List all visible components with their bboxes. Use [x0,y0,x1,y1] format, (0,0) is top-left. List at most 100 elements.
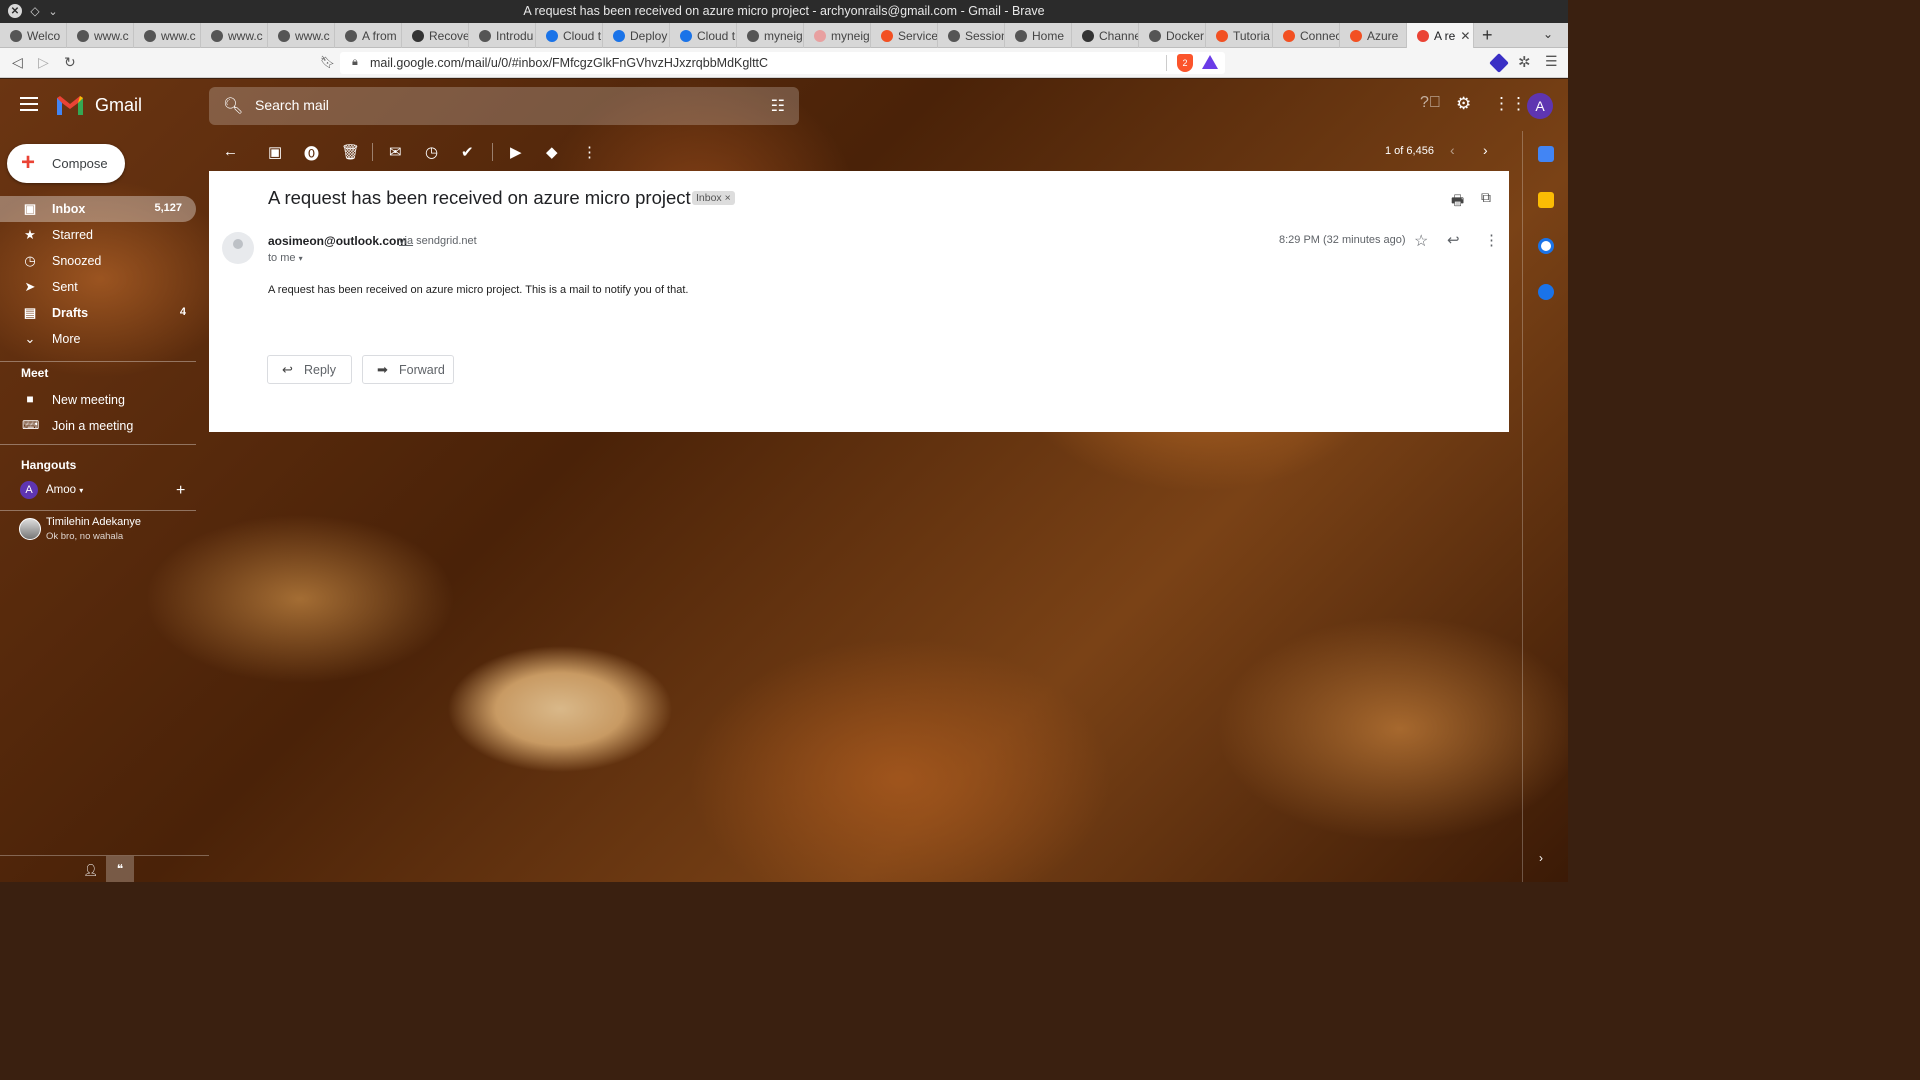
via-line: via sendgrid.net [399,235,477,247]
browser-tab[interactable]: myneig [804,23,871,48]
join-meeting-item[interactable]: ⌨ Join a meeting [0,413,200,439]
contacts-icon[interactable] [1538,284,1554,300]
back-icon[interactable]: ◁ [12,54,23,71]
contact-avatar[interactable] [19,518,41,540]
remove-label-icon[interactable]: × [725,192,731,204]
compose-button[interactable]: + Compose [7,144,125,183]
via-link[interactable]: via [399,235,413,247]
browser-tab[interactable]: myneig [737,23,804,48]
older-chevron-icon[interactable]: › [1483,142,1488,158]
star-icon[interactable]: ☆ [1414,231,1428,251]
reply-icon[interactable]: ↩ [1447,231,1460,249]
browser-tab[interactable]: www.c [67,23,134,48]
add-to-tasks-icon[interactable]: ✔ [461,143,474,161]
inbox-label-chip[interactable]: Inbox × [692,191,735,205]
email-more-icon[interactable]: ⋮ [1484,231,1499,249]
pagination-count: 1 of 6,456 [1385,145,1434,157]
open-new-window-icon[interactable]: ⧉ [1481,189,1491,206]
recipients-toggle[interactable]: to me ▾ [268,252,303,264]
browser-tab[interactable]: Home [1005,23,1072,48]
forward-button[interactable]: ➡ Forward [362,355,454,384]
move-to-icon[interactable]: ▶ [510,143,522,161]
new-meeting-item[interactable]: ■ New meeting [0,387,200,413]
browser-tab[interactable]: Docker [1139,23,1206,48]
main-menu-icon[interactable] [20,97,38,111]
archive-icon[interactable]: ▣ [268,143,282,161]
sidebar-item-label: Snoozed [52,254,102,268]
print-icon[interactable]: 🖶︎ [1451,190,1464,214]
tab-favicon-icon [278,29,290,42]
browser-tab[interactable]: Recove [402,23,469,48]
browser-tab[interactable]: Cloud t [536,23,603,48]
tab-close-icon[interactable]: ✕ [1460,29,1470,43]
compose-plus-icon: + [21,149,36,176]
browser-tab[interactable]: Session [938,23,1005,48]
sidebar-item-starred[interactable]: ★ Starred [0,222,200,248]
hangouts-avatar[interactable]: A [20,481,38,499]
tab-label: Introdu [496,28,534,43]
tasks-icon[interactable] [1538,238,1554,254]
sidebar-item-more[interactable]: ⌄ More [0,326,200,352]
sidebar-item-snoozed[interactable]: ◷ Snoozed [0,248,200,274]
settings-gear-icon[interactable]: ⚙ [1456,94,1471,114]
browser-tab[interactable]: Connec [1273,23,1340,48]
forward-icon[interactable]: ▷ [38,54,49,71]
browser-tab[interactable]: Azure [1340,23,1407,48]
extensions-puzzle-icon[interactable]: ✲ [1518,53,1531,71]
hangouts-icon[interactable]: ❝ [106,856,134,882]
brave-rewards-icon[interactable] [1202,55,1218,69]
add-hangout-icon[interactable]: + [176,482,185,500]
tab-list-chevron-icon[interactable]: ⌄ [1543,27,1553,41]
contact-name[interactable]: Timilehin Adekanye [46,516,141,528]
calendar-icon[interactable] [1538,146,1554,162]
tab-favicon-icon [747,29,759,42]
search-options-icon[interactable]: ☷ [771,96,785,116]
browser-tab[interactable]: Channe [1072,23,1139,48]
bookmark-icon[interactable]: 🔖︎ [320,55,335,69]
browser-tab[interactable]: Deploy [603,23,670,48]
tab-label: Home [1032,28,1065,43]
expand-panel-chevron-icon[interactable]: › [1539,851,1543,865]
browser-tab[interactable]: Welco [0,23,67,48]
newer-chevron-icon[interactable]: ‹ [1450,142,1455,158]
search-input[interactable]: Search mail [255,97,329,113]
browser-tab[interactable]: www.c [201,23,268,48]
keep-icon[interactable] [1538,192,1554,208]
sidebar-item-inbox[interactable]: ▣ Inbox 5,127 [0,196,196,222]
extension-icon[interactable] [1489,53,1509,73]
keyboard-icon: ⌨ [22,418,40,432]
address-bar[interactable]: 🔒︎ mail.google.com/mail/u/0/#inbox/FMfcg… [340,52,1225,74]
reply-button[interactable]: ↩ Reply [267,355,352,384]
account-avatar[interactable]: A [1527,93,1553,119]
labels-icon[interactable]: ◆ [546,143,558,161]
browser-tab[interactable]: A from [335,23,402,48]
delete-icon[interactable]: 🗑︎ [341,143,360,161]
more-options-icon[interactable]: ⋮ [582,143,597,161]
sender-email[interactable]: aosimeon@outlook.com [268,234,407,248]
search-icon[interactable]: 🔍︎ [223,96,243,116]
hangouts-user-name[interactable]: Amoo ▾ [46,484,83,496]
new-tab-button[interactable]: + [1482,25,1493,46]
back-to-inbox-icon[interactable]: ← [223,143,238,160]
report-spam-icon[interactable]: ⓿ [304,143,319,164]
browser-tab[interactable]: Tutoria [1206,23,1273,48]
browser-menu-icon[interactable]: ☰ [1545,53,1558,70]
person-icon[interactable]: 👤︎ [83,863,98,877]
snooze-icon[interactable]: ◷ [425,143,438,161]
sidebar-item-sent[interactable]: ➤ Sent [0,274,200,300]
reload-icon[interactable]: ↻ [64,54,76,71]
tab-favicon-icon [948,29,960,42]
chevron-down-icon: ▾ [298,254,303,263]
search-bar[interactable]: 🔍︎ Search mail ☷ [209,87,799,125]
help-icon[interactable]: ?⃝ [1420,94,1441,112]
browser-tab[interactable]: www.c [134,23,201,48]
browser-tab[interactable]: A re ✕ [1407,23,1474,48]
browser-tab[interactable]: www.c [268,23,335,48]
mark-unread-icon[interactable]: ✉ [389,143,402,161]
browser-tab[interactable]: Cloud t [670,23,737,48]
browser-tab[interactable]: Service [871,23,938,48]
brave-shields-icon[interactable]: 2 [1177,54,1193,72]
sidebar-item-drafts[interactable]: ▤ Drafts 4 [0,300,200,326]
browser-tab[interactable]: Introdu [469,23,536,48]
address-url[interactable]: mail.google.com/mail/u/0/#inbox/FMfcgzGl… [370,56,768,70]
